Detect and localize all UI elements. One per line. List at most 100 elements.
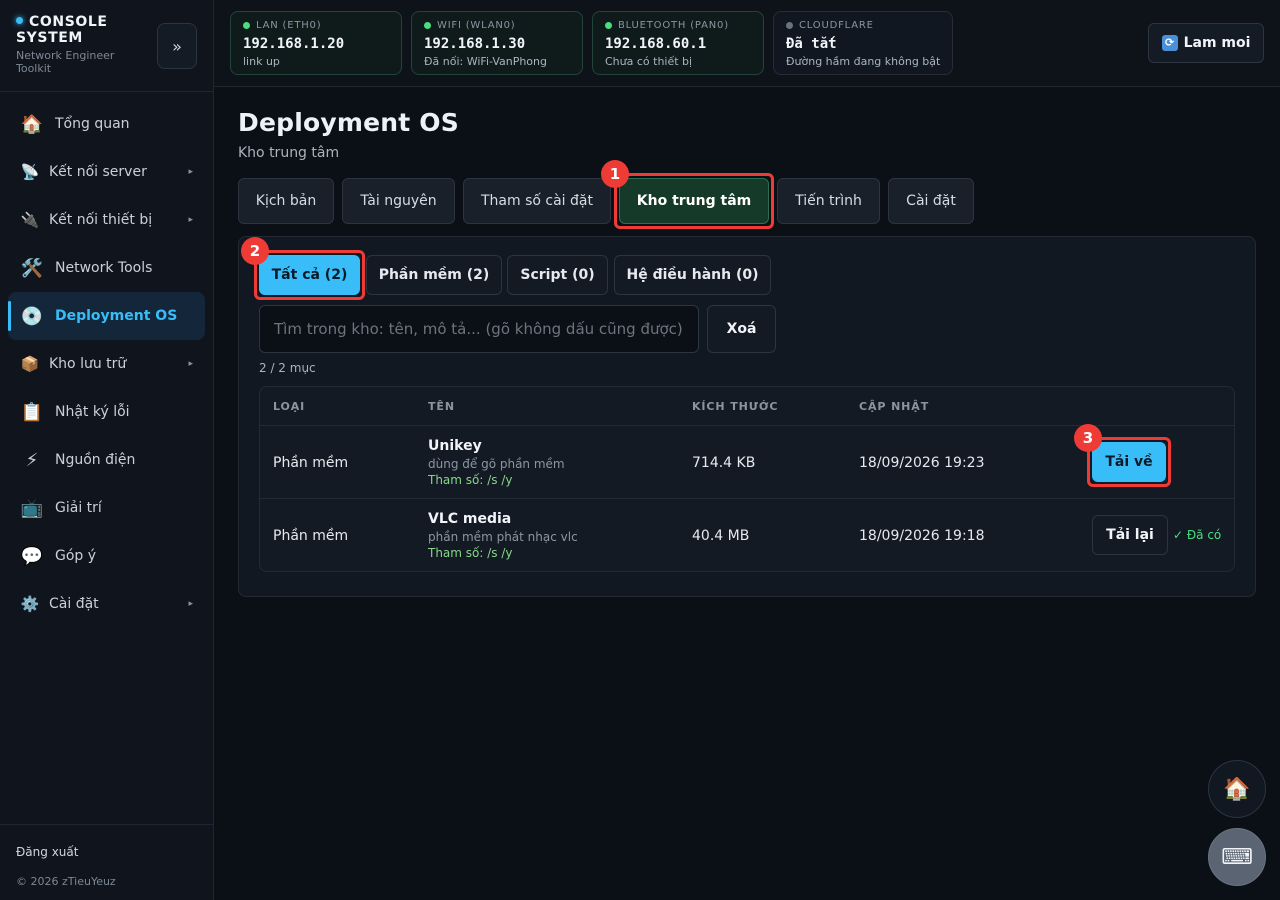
tab-install-params[interactable]: Tham số cài đặt bbox=[463, 178, 611, 224]
home-icon: 🏠 bbox=[1223, 776, 1251, 802]
row-name-cell: VLC media phần mềm phát nhạc vlc Tham số… bbox=[428, 511, 578, 560]
tab-resources[interactable]: Tài nguyên bbox=[342, 178, 455, 224]
net-value: Đã tắt bbox=[786, 36, 837, 52]
main-content: Deployment OS Kho trung tâm Kịch bản Tài… bbox=[238, 87, 1256, 597]
column-header: TÊN bbox=[428, 400, 455, 413]
sidebar-nav: 🏠 Tổng quan 📡 Kết nối server ▸ 🔌 Kết nối… bbox=[0, 92, 213, 628]
offline-dot-icon bbox=[786, 22, 793, 29]
package-icon: 📦 bbox=[20, 355, 40, 373]
row-updated: 18/09/2026 19:23 bbox=[859, 454, 985, 471]
sidebar: CONSOLE SYSTEM Network Engineer Toolkit … bbox=[0, 0, 214, 900]
tab-scripts[interactable]: Kịch bản bbox=[238, 178, 334, 224]
sidebar-item-label: Cài đặt bbox=[49, 596, 99, 612]
bluetooth-status-card: BLUETOOTH (PAN0) 192.168.60.1 Chưa có th… bbox=[592, 11, 764, 75]
cloudflare-status-card: CLOUDFLARE Đã tắt Đường hầm đang không b… bbox=[773, 11, 953, 75]
repo-panel: Tất cả (2) Phần mềm (2) Script (0) Hệ đi… bbox=[238, 236, 1256, 597]
chevron-right-icon: ▸ bbox=[188, 599, 193, 609]
table-header: LOẠI TÊN KÍCH THƯỚC CẬP NHẬT bbox=[260, 387, 1234, 426]
sidebar-item-label: Kết nối thiết bị bbox=[49, 212, 153, 228]
sidebar-item-server-connect[interactable]: 📡 Kết nối server ▸ bbox=[8, 148, 205, 196]
net-label-text: CLOUDFLARE bbox=[799, 20, 874, 31]
net-label-text: WIFI (WLAN0) bbox=[437, 20, 516, 31]
tab-progress[interactable]: Tiến trình bbox=[777, 178, 880, 224]
logout-link[interactable]: Đăng xuất bbox=[16, 845, 197, 859]
copyright: © 2026 zTieuYeuz bbox=[16, 875, 116, 888]
disc-icon: 💿 bbox=[20, 305, 44, 327]
online-dot-icon bbox=[605, 22, 612, 29]
item-name: VLC media bbox=[428, 511, 512, 527]
clear-button[interactable]: Xoá bbox=[707, 305, 776, 353]
sidebar-item-settings[interactable]: ⚙️ Cài đặt ▸ bbox=[8, 580, 205, 628]
status-dot-icon bbox=[16, 17, 23, 24]
page-subtitle: Kho trung tâm bbox=[238, 145, 340, 161]
chevron-right-icon: ▸ bbox=[188, 215, 193, 225]
sidebar-item-error-log[interactable]: 📋 Nhật ký lỗi bbox=[8, 388, 205, 436]
net-ip: 192.168.60.1 bbox=[605, 36, 707, 52]
sidebar-item-network-tools[interactable]: 🛠️ Network Tools bbox=[8, 244, 205, 292]
redownload-button[interactable]: Tải lại bbox=[1092, 515, 1168, 555]
highlight-box bbox=[614, 173, 774, 229]
chevron-right-icon: ▸ bbox=[188, 359, 193, 369]
row-name-cell: Unikey dùng để gõ phần mềm Tham số: /s /… bbox=[428, 438, 565, 487]
expand-sidebar-button[interactable]: » bbox=[157, 23, 197, 69]
filter-os[interactable]: Hệ điều hành (0) bbox=[614, 255, 771, 295]
step-badge: 2 bbox=[241, 237, 269, 265]
item-params: Tham số: /s /y bbox=[428, 546, 513, 560]
brand: CONSOLE SYSTEM Network Engineer Toolkit … bbox=[0, 0, 213, 92]
online-dot-icon bbox=[424, 22, 431, 29]
step-badge: 1 bbox=[601, 160, 629, 188]
brand-title-text: CONSOLE SYSTEM bbox=[16, 14, 108, 46]
sidebar-item-overview[interactable]: 🏠 Tổng quan bbox=[8, 100, 205, 148]
net-status: link up bbox=[243, 55, 280, 68]
refresh-label: Lam moi bbox=[1183, 35, 1251, 51]
sidebar-item-label: Nhật ký lỗi bbox=[55, 404, 130, 420]
satellite-icon: 📡 bbox=[20, 163, 40, 181]
clipboard-icon: 📋 bbox=[20, 401, 44, 423]
sidebar-item-label: Network Tools bbox=[55, 260, 153, 276]
network-status-bar: LAN (ETH0) 192.168.1.20 link up WIFI (WL… bbox=[214, 0, 1280, 87]
sidebar-item-storage[interactable]: 📦 Kho lưu trữ ▸ bbox=[8, 340, 205, 388]
net-label: WIFI (WLAN0) bbox=[424, 20, 570, 31]
net-status: Đường hầm đang không bật bbox=[786, 55, 941, 68]
sidebar-item-entertainment[interactable]: 📺 Giải trí bbox=[8, 484, 205, 532]
item-name: Unikey bbox=[428, 438, 482, 454]
net-label-text: BLUETOOTH (PAN0) bbox=[618, 20, 729, 31]
sidebar-item-label: Góp ý bbox=[55, 548, 97, 564]
sidebar-item-feedback[interactable]: 💬 Góp ý bbox=[8, 532, 205, 580]
column-header: LOẠI bbox=[273, 400, 306, 413]
net-status: Đã nối: WiFi-VanPhong bbox=[424, 55, 547, 68]
search-input[interactable] bbox=[259, 305, 699, 353]
filter-script[interactable]: Script (0) bbox=[507, 255, 608, 295]
item-count: 2 / 2 mục bbox=[259, 361, 316, 375]
keyboard-fab-button[interactable]: ⌨ bbox=[1208, 828, 1266, 886]
item-params: Tham số: /s /y bbox=[428, 473, 513, 487]
sidebar-item-deployment-os[interactable]: 💿 Deployment OS bbox=[8, 292, 205, 340]
filter-software[interactable]: Phần mềm (2) bbox=[366, 255, 502, 295]
chevron-right-icon: ▸ bbox=[188, 167, 193, 177]
brand-subtitle: Network Engineer Toolkit bbox=[16, 49, 115, 75]
item-description: phần mềm phát nhạc vlc bbox=[428, 530, 578, 544]
sidebar-item-label: Giải trí bbox=[55, 500, 102, 516]
sidebar-item-device-connect[interactable]: 🔌 Kết nối thiết bị ▸ bbox=[8, 196, 205, 244]
sidebar-item-power[interactable]: ⚡ Nguồn điện bbox=[8, 436, 205, 484]
tab-settings[interactable]: Cài đặt bbox=[888, 178, 974, 224]
home-fab-button[interactable]: 🏠 bbox=[1208, 760, 1266, 818]
plug-icon: 🔌 bbox=[20, 211, 40, 229]
refresh-button[interactable]: ⟳ Lam moi bbox=[1148, 23, 1264, 63]
table-row: Phần mềm Unikey dùng để gõ phần mềm Tham… bbox=[260, 424, 1234, 499]
speech-bubble-icon: 💬 bbox=[20, 545, 44, 567]
row-type: Phần mềm bbox=[273, 454, 349, 471]
net-ip: 192.168.1.20 bbox=[243, 36, 345, 52]
lan-status-card: LAN (ETH0) 192.168.1.20 link up bbox=[230, 11, 402, 75]
tools-icon: 🛠️ bbox=[20, 257, 44, 279]
row-size: 714.4 KB bbox=[692, 454, 756, 471]
online-dot-icon bbox=[243, 22, 250, 29]
table-row: Phần mềm VLC media phần mềm phát nhạc vl… bbox=[260, 499, 1234, 571]
lightning-icon: ⚡ bbox=[25, 449, 39, 471]
sidebar-item-label: Kho lưu trữ bbox=[49, 356, 127, 372]
column-header: KÍCH THƯỚC bbox=[692, 400, 779, 413]
page-title: Deployment OS bbox=[238, 108, 459, 137]
net-label: LAN (ETH0) bbox=[243, 20, 389, 31]
installed-badge: ✓ Đã có bbox=[1173, 528, 1222, 542]
net-label-text: LAN (ETH0) bbox=[256, 20, 322, 31]
